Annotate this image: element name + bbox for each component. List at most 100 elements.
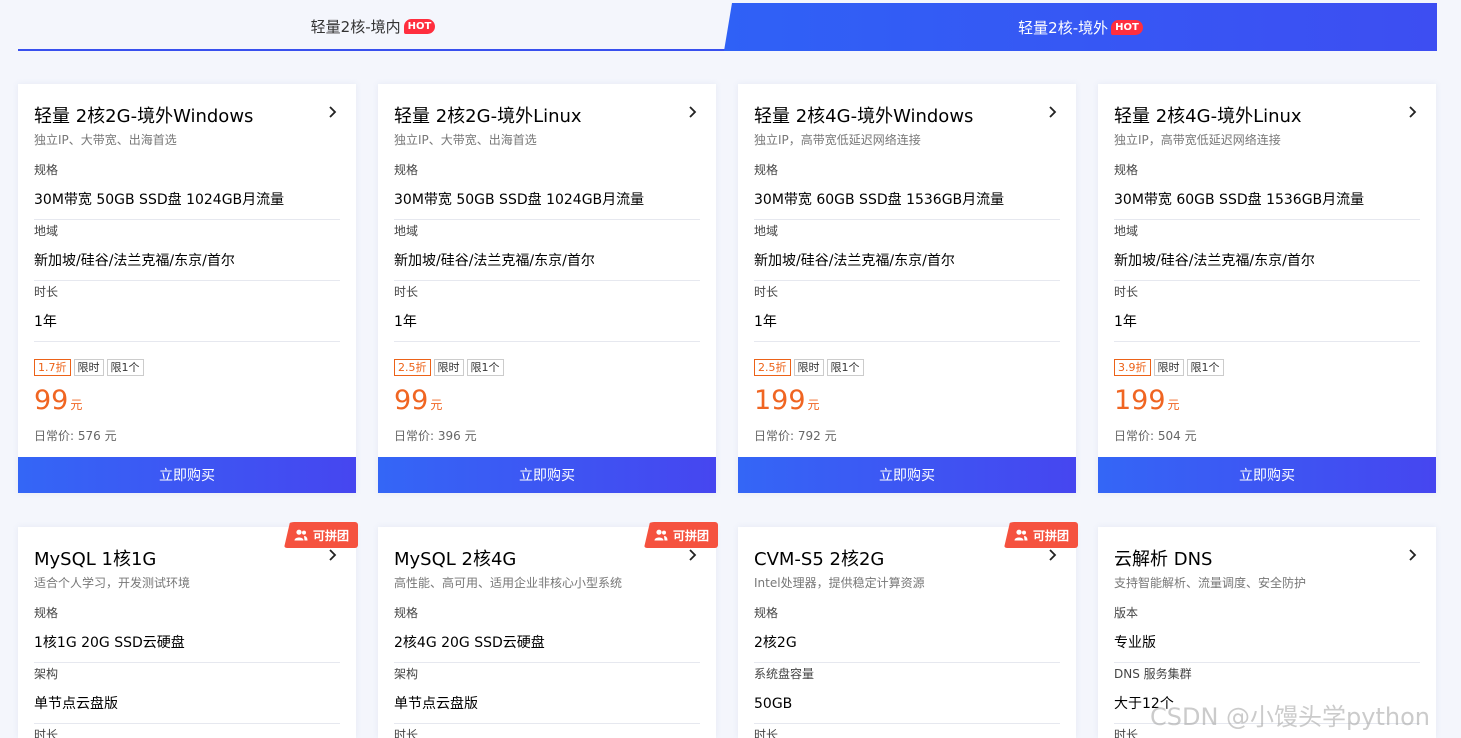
price-unit: 元 xyxy=(1167,398,1180,412)
spec-value: 1年 xyxy=(394,314,417,330)
spec-value: 单节点云盘版 xyxy=(394,696,478,712)
price-unit: 元 xyxy=(70,398,83,412)
spec-row: 架构 单节点云盘版 xyxy=(34,667,340,724)
chevron-right-icon[interactable] xyxy=(1406,106,1418,118)
chevron-right-icon[interactable] xyxy=(1406,549,1418,561)
limited-time-tag: 限时 xyxy=(793,359,824,376)
group-buy-label: 可拼团 xyxy=(312,528,349,543)
buy-button[interactable]: 立即购买 xyxy=(1098,457,1436,493)
spec-value: 单节点云盘版 xyxy=(34,696,118,712)
buy-button[interactable]: 立即购买 xyxy=(18,457,356,493)
product-card: 轻量 2核4G-境外Linux 独立IP，高带宽低延迟网络连接 规格 30M带宽 … xyxy=(1098,84,1436,493)
spec-row: 时长 xyxy=(754,728,1060,738)
promo-tags: 3.9折 限时 限1个 xyxy=(1114,359,1224,376)
original-price: 日常价: 504 元 xyxy=(1114,429,1197,443)
price-value: 99 xyxy=(394,385,429,416)
group-buy-badge: 可拼团 xyxy=(1003,522,1078,548)
tab-label: 轻量2核-境外 xyxy=(1018,18,1109,37)
spec-label: 规格 xyxy=(394,606,419,620)
product-card: 轻量 2核2G-境外Linux 独立IP、大带宽、出海首选 规格 30M带宽 50… xyxy=(378,84,716,493)
spec-label: 版本 xyxy=(1114,606,1139,620)
product-card: 可拼团 MySQL 2核4G 高性能、高可用、适用企业非核心小型系统 规格 2核4… xyxy=(378,522,718,738)
divider xyxy=(34,219,340,220)
discount-tag: 2.5折 xyxy=(394,359,431,376)
spec-row: 系统盘容量 50GB xyxy=(754,667,1060,724)
spec-row: 时长 1年 xyxy=(754,285,1060,342)
users-icon xyxy=(1014,529,1028,541)
spec-label: 地域 xyxy=(1114,224,1139,238)
spec-label: 时长 xyxy=(394,285,419,299)
spec-value: 专业版 xyxy=(1114,635,1156,651)
discount-tag: 3.9折 xyxy=(1114,359,1151,376)
card-subtitle: 支持智能解析、流量调度、安全防护 xyxy=(1114,576,1307,590)
divider xyxy=(1114,662,1420,663)
card-subtitle: Intel处理器，提供稳定计算资源 xyxy=(754,576,925,590)
product-card: 可拼团 MySQL 1核1G 适合个人学习，开发测试环境 规格 1核1G 20G … xyxy=(18,522,358,738)
price: 99 元 xyxy=(394,385,442,416)
watermark: CSDN @小馒头学python xyxy=(1150,703,1431,731)
hot-badge: HOT xyxy=(1111,19,1143,35)
spec-row: 时长 1年 xyxy=(1114,285,1420,342)
chevron-right-icon[interactable] xyxy=(686,549,698,561)
chevron-right-icon[interactable] xyxy=(326,549,338,561)
spec-value: 1年 xyxy=(34,314,57,330)
spec-row: 时长 1年 xyxy=(394,285,700,342)
spec-label: 架构 xyxy=(394,667,419,681)
chevron-right-icon[interactable] xyxy=(326,106,338,118)
chevron-right-icon[interactable] xyxy=(1046,549,1058,561)
divider xyxy=(754,723,1060,724)
product-tabs: 轻量2核-境内 HOT 轻量2核-境外 HOT xyxy=(18,3,1437,51)
limit-one-tag: 限1个 xyxy=(1186,359,1224,376)
spec-row: 地域 新加坡/硅谷/法兰克福/东京/首尔 xyxy=(1114,224,1420,281)
chevron-right-icon[interactable] xyxy=(686,106,698,118)
price-value: 99 xyxy=(34,385,69,416)
divider xyxy=(394,341,700,342)
users-icon xyxy=(654,529,668,541)
spec-value: 新加坡/硅谷/法兰克福/东京/首尔 xyxy=(394,253,595,269)
buy-button[interactable]: 立即购买 xyxy=(738,457,1076,493)
spec-value: 2核2G xyxy=(754,635,797,651)
card-subtitle: 独立IP、大带宽、出海首选 xyxy=(394,133,537,147)
spec-label: 规格 xyxy=(34,163,59,177)
spec-value: 30M带宽 50GB SSD盘 1024GB月流量 xyxy=(34,192,285,208)
divider xyxy=(1114,280,1420,281)
group-buy-badge: 可拼团 xyxy=(283,522,358,548)
group-buy-label: 可拼团 xyxy=(1032,528,1069,543)
spec-row: 版本 专业版 xyxy=(1114,606,1420,663)
tab-overseas[interactable]: 轻量2核-境外 HOT xyxy=(724,3,1437,51)
divider xyxy=(394,662,700,663)
buy-button[interactable]: 立即购买 xyxy=(378,457,716,493)
product-card: 轻量 2核4G-境外Windows 独立IP，高带宽低延迟网络连接 规格 30M带… xyxy=(738,84,1076,493)
tab-domestic[interactable]: 轻量2核-境内 HOT xyxy=(18,3,728,51)
divider xyxy=(34,723,340,724)
spec-label: 时长 xyxy=(1114,285,1139,299)
spec-label: 地域 xyxy=(34,224,59,238)
promo-tags: 2.5折 限时 限1个 xyxy=(394,359,504,376)
spec-value: 50GB xyxy=(754,696,793,712)
price: 199 元 xyxy=(754,385,820,416)
price-unit: 元 xyxy=(807,398,820,412)
spec-label: 规格 xyxy=(754,606,779,620)
spec-value: 2核4G 20G SSD云硬盘 xyxy=(394,635,545,651)
discount-tag: 1.7折 xyxy=(34,359,71,376)
spec-label: 时长 xyxy=(754,728,779,738)
divider xyxy=(394,219,700,220)
spec-label: 时长 xyxy=(34,728,59,738)
spec-row: 地域 新加坡/硅谷/法兰克福/东京/首尔 xyxy=(394,224,700,281)
original-price: 日常价: 792 元 xyxy=(754,429,837,443)
spec-value: 1核1G 20G SSD云硬盘 xyxy=(34,635,185,651)
card-title: 轻量 2核4G-境外Linux xyxy=(1114,106,1302,127)
spec-row: 时长 xyxy=(394,728,700,738)
divider xyxy=(754,280,1060,281)
original-price: 日常价: 576 元 xyxy=(34,429,117,443)
group-buy-badge: 可拼团 xyxy=(643,522,718,548)
limited-time-tag: 限时 xyxy=(73,359,104,376)
chevron-right-icon[interactable] xyxy=(1046,106,1058,118)
divider xyxy=(1114,341,1420,342)
spec-row: 规格 2核4G 20G SSD云硬盘 xyxy=(394,606,700,663)
spec-label: 时长 xyxy=(754,285,779,299)
divider xyxy=(34,662,340,663)
spec-label: DNS 服务集群 xyxy=(1114,667,1192,681)
original-price: 日常价: 396 元 xyxy=(394,429,477,443)
spec-row: 时长 xyxy=(34,728,340,738)
